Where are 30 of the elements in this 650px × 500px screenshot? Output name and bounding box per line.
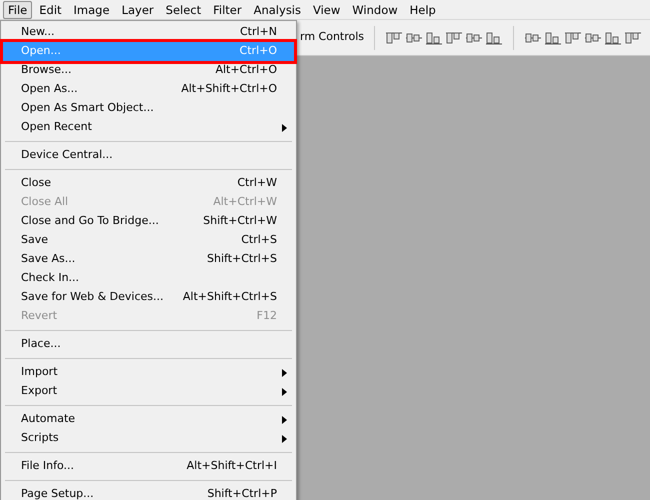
menu-bar-item[interactable]: Select [160, 0, 206, 18]
menu-bar-item[interactable]: Layer [116, 0, 159, 18]
menu-bar-item[interactable]: Window [347, 0, 403, 18]
menu-item[interactable]: Import [3, 363, 294, 382]
menu-item[interactable]: Browse... Alt+Ctrl+O [3, 61, 294, 80]
menu-item[interactable]: Save for Web & Devices... Alt+Shift+Ctrl+S [3, 288, 294, 307]
menu-item[interactable]: Check In... [3, 269, 294, 288]
menu-bar-item[interactable]: Edit [34, 0, 67, 18]
menu-item[interactable]: Place... [3, 335, 294, 354]
menu-item[interactable]: Scripts [3, 429, 294, 448]
menu-item[interactable]: Close Ctrl+W [3, 174, 294, 193]
menu-bar-item[interactable]: File [3, 0, 32, 18]
options-label: rm Controls [300, 29, 364, 46]
menu-item[interactable]: Open As... Alt+Shift+Ctrl+O [3, 80, 294, 99]
menu-item[interactable]: Save Ctrl+S [3, 231, 294, 250]
menu-item[interactable]: File Info... Alt+Shift+Ctrl+I [3, 457, 294, 476]
menu-bar-item[interactable]: Analysis [248, 0, 306, 18]
menu-item[interactable]: Export [3, 382, 294, 401]
menu-item[interactable]: Save As... Shift+Ctrl+S [3, 250, 294, 269]
menu-bar-item[interactable]: View [308, 0, 346, 18]
menu-bar-item[interactable]: Help [404, 0, 441, 18]
menu-item[interactable]: Device Central... [3, 146, 294, 165]
menu-bar-item[interactable]: Filter [208, 0, 247, 18]
menu-item[interactable]: Open Recent [3, 118, 294, 137]
menu-item[interactable]: Automate [3, 410, 294, 429]
menu-bar-item[interactable]: Image [68, 0, 115, 18]
menu-item[interactable]: Open As Smart Object... [3, 99, 294, 118]
menu-item[interactable]: New... Ctrl+N [3, 23, 294, 42]
menu-item[interactable]: Page Setup... Shift+Ctrl+P [3, 485, 294, 500]
menu-item[interactable]: Close and Go To Bridge... Shift+Ctrl+W [3, 212, 294, 231]
